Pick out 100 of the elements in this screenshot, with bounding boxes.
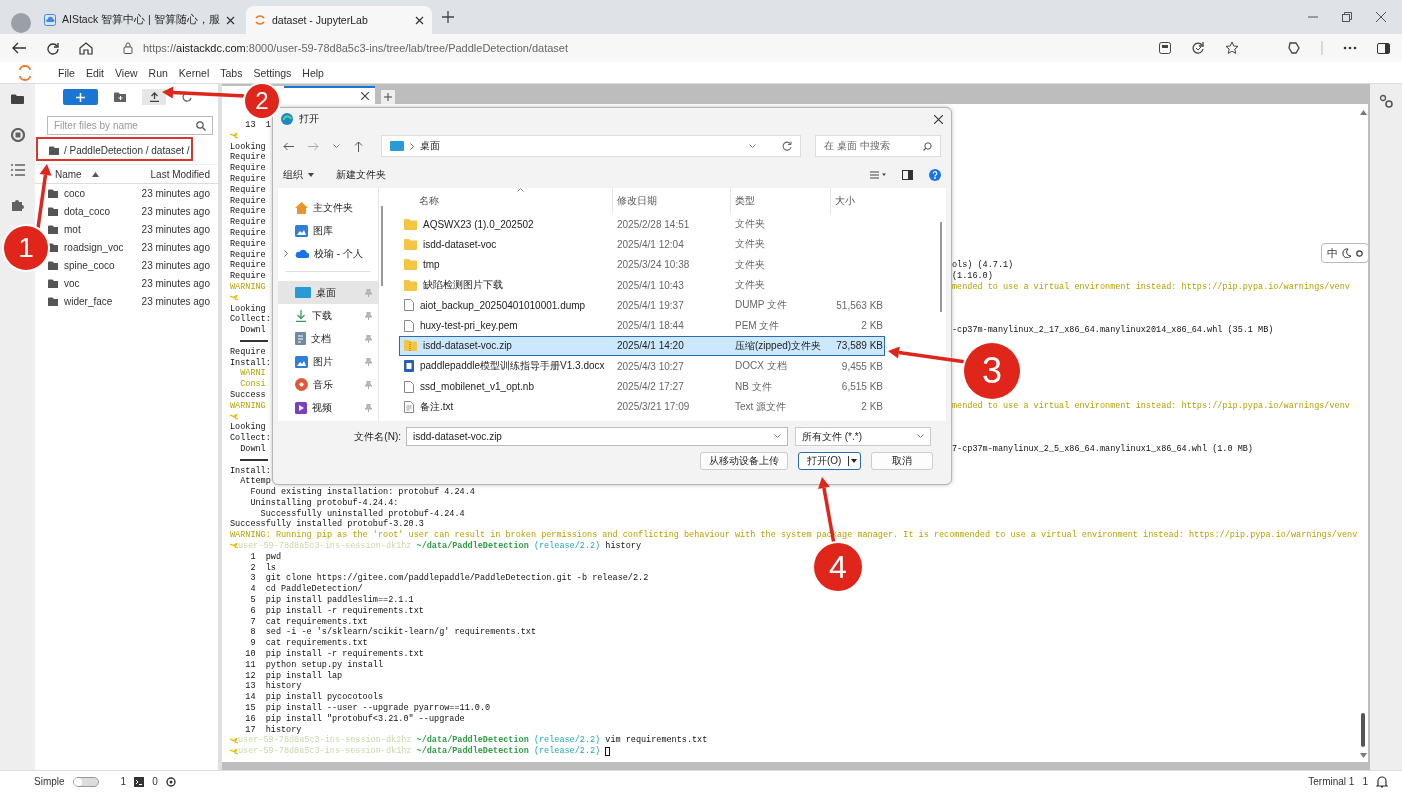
menu-item[interactable]: Run xyxy=(148,64,168,81)
terminal-line: Require xyxy=(230,206,266,217)
star-icon[interactable] xyxy=(1225,41,1239,55)
nav-pane-item[interactable]: 下载 xyxy=(278,304,378,327)
ime-toolbar[interactable]: 中 xyxy=(1321,243,1369,263)
scroll-down-icon[interactable] xyxy=(1359,753,1367,758)
nav-pane-item[interactable]: 文档 xyxy=(278,327,378,350)
moon-icon[interactable] xyxy=(1342,248,1352,258)
tab-icon[interactable] xyxy=(1159,42,1171,54)
menu-item[interactable]: Kernel xyxy=(178,64,210,81)
column-header[interactable]: Last Modified xyxy=(150,168,210,180)
file-name[interactable]: wider_face xyxy=(64,295,136,307)
file-row[interactable]: isdd-dataset-voc.zip 2025/4/1 14:20 压缩(zipped)文件夹 73,589 KB xyxy=(399,335,885,357)
settings-icon[interactable] xyxy=(1379,94,1393,108)
file-row[interactable]: paddlepaddle模型训练指导手册V1.3.docx 2025/4/3 10:27 DOCX 文档 9,455 KB xyxy=(399,356,885,377)
scroll-up-icon[interactable] xyxy=(1359,110,1367,115)
organize-menu[interactable]: 组织 xyxy=(283,168,314,182)
file-row[interactable]: 备注.txt 2025/3/21 17:09 Text 源文件 2 KB xyxy=(399,396,885,417)
preview-pane-icon[interactable] xyxy=(902,170,913,180)
modified-date: 2025/2/28 14:51 xyxy=(617,218,690,230)
circle-icon[interactable] xyxy=(1356,249,1363,257)
browser-tab[interactable]: AIStack 智算中心 | 智算随心，服 xyxy=(36,6,242,34)
new-folder-button[interactable]: 新建文件夹 xyxy=(336,168,386,182)
file-row[interactable]: ssd_mobilenet_v1_opt.nb 2025/4/2 17:27 NB 文件 6,515 KB xyxy=(399,376,885,397)
refresh-icon[interactable] xyxy=(1191,41,1205,55)
ime-mode-label[interactable]: 中 xyxy=(1327,245,1338,261)
menu-item[interactable]: Help xyxy=(302,64,324,81)
open-button[interactable]: 打开(O) xyxy=(798,452,861,470)
new-folder-icon[interactable] xyxy=(114,92,126,102)
file-type-dropdown[interactable]: 所有文件 (*.*) xyxy=(795,427,931,446)
kernel-icon xyxy=(165,776,176,787)
filename-field[interactable]: isdd-dataset-voc.zip xyxy=(406,427,788,446)
back-icon[interactable] xyxy=(283,141,294,151)
close-icon[interactable] xyxy=(934,114,943,124)
file-name[interactable]: voc xyxy=(64,277,136,289)
up-icon[interactable] xyxy=(354,140,363,152)
help-icon[interactable] xyxy=(929,169,941,181)
menu-item[interactable]: View xyxy=(115,64,138,81)
new-launcher-button[interactable] xyxy=(63,89,98,105)
refresh-icon[interactable] xyxy=(782,141,792,151)
new-tab-icon[interactable] xyxy=(442,11,454,23)
close-icon[interactable] xyxy=(1376,12,1386,22)
new-tab-button[interactable] xyxy=(381,90,395,104)
nav-pane-item[interactable]: 桌面 xyxy=(278,281,378,304)
expand-chevron-icon[interactable] xyxy=(284,250,288,257)
close-icon[interactable] xyxy=(415,15,424,25)
sort-caret-icon xyxy=(91,171,99,177)
column-header[interactable]: 类型 xyxy=(735,194,755,208)
nav-pane-item[interactable]: 校瑜 - 个人 xyxy=(278,242,378,265)
back-icon[interactable] xyxy=(12,42,26,54)
file-row[interactable]: 缺陷检测图片下载 2025/4/1 10:43 文件夹 xyxy=(399,274,885,296)
browser-tab[interactable]: dataset - JupyterLab xyxy=(246,6,432,34)
close-icon[interactable] xyxy=(225,15,235,25)
address-field[interactable]: 桌面 xyxy=(381,135,801,157)
simple-mode-toggle[interactable] xyxy=(72,776,99,787)
sidebar-icon[interactable] xyxy=(1377,42,1390,54)
folder-icon xyxy=(48,296,58,306)
restore-icon[interactable] xyxy=(1342,12,1352,22)
menu-item[interactable]: Edit xyxy=(85,64,104,81)
file-row[interactable]: isdd-dataset-voc 2025/4/1 12:04 文件夹 xyxy=(399,234,885,255)
upload-button[interactable] xyxy=(142,89,166,105)
scrollbar-thumb[interactable] xyxy=(1361,713,1365,747)
more-icon[interactable] xyxy=(1343,46,1357,50)
refresh-icon[interactable] xyxy=(46,41,59,55)
search-field[interactable]: 在 桌面 中搜索 xyxy=(815,135,941,157)
column-header[interactable]: Name xyxy=(55,168,82,180)
bell-icon[interactable] xyxy=(1376,775,1388,788)
nav-pane-item[interactable]: 图库 xyxy=(278,219,378,242)
column-header[interactable]: 名称 xyxy=(419,194,439,208)
file-row[interactable]: aiot_backup_20250401010001.dump 2025/4/1 19:37 DUMP 文件 51,563 KB xyxy=(399,295,885,316)
menu-item[interactable]: File xyxy=(58,64,75,81)
close-icon[interactable] xyxy=(361,92,369,100)
nav-pane-item[interactable]: 视频 xyxy=(278,396,378,419)
file-size: 2 KB xyxy=(861,320,883,332)
file-row[interactable]: huxy-test-pri_key.pem 2025/4/1 18:44 PEM 文件 2 KB xyxy=(399,315,885,336)
column-header[interactable]: 大小 xyxy=(835,194,855,208)
file-row[interactable]: tmp 2025/3/24 10:38 文件夹 xyxy=(399,254,885,275)
home-icon[interactable] xyxy=(79,41,93,55)
puzzle-icon[interactable] xyxy=(10,198,25,212)
file-name[interactable]: dota_coco xyxy=(64,205,136,217)
nav-pane-item[interactable]: 音乐 xyxy=(278,373,378,396)
recent-caret-icon[interactable] xyxy=(333,143,340,149)
file-name[interactable]: roadsign_voc xyxy=(64,241,136,253)
nav-pane-item[interactable]: 图片 xyxy=(278,350,378,373)
terminal-tab[interactable] xyxy=(284,86,375,104)
upload-from-device-button[interactable]: 从移动设备上传 xyxy=(700,452,788,470)
list-icon[interactable] xyxy=(10,164,25,176)
file-name[interactable]: coco xyxy=(64,187,136,199)
menu-item[interactable]: Tabs xyxy=(220,64,243,81)
refresh-icon[interactable] xyxy=(182,92,192,102)
file-name[interactable]: spine_coco xyxy=(64,259,136,271)
folder-icon[interactable] xyxy=(10,94,25,106)
column-header[interactable]: 修改日期 xyxy=(617,194,657,208)
cancel-button[interactable]: 取消 xyxy=(871,452,933,470)
nav-pane-item[interactable]: 主文件夹 xyxy=(278,196,378,219)
file-name[interactable]: mot xyxy=(64,223,136,235)
breadcrumb[interactable]: / PaddleDetection / dataset / xyxy=(64,144,190,156)
menu-item[interactable]: Settings xyxy=(253,64,292,81)
dropdown-caret-icon[interactable] xyxy=(749,143,756,149)
file-row[interactable]: AQSWX23 (1).0_202502 2025/2/28 14:51 文件夹 xyxy=(399,214,885,235)
